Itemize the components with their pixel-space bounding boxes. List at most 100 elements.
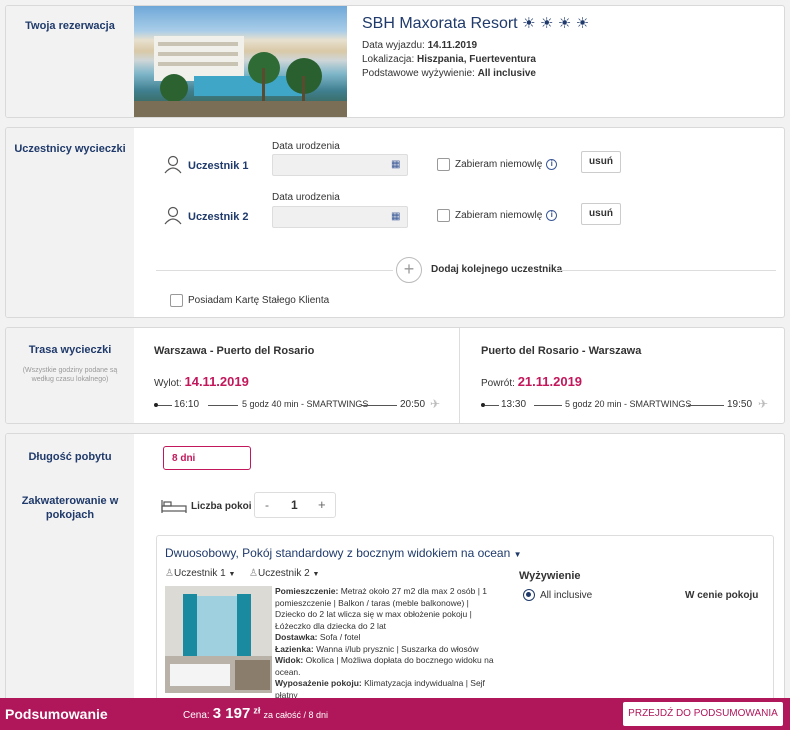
infant-label-1-text: Zabieram niemowlę xyxy=(455,159,543,171)
detail-label: Dostawka: xyxy=(275,632,318,642)
room-photo-drawing xyxy=(165,586,272,693)
departure-label: Data wyjazdu: xyxy=(362,40,425,51)
outbound-dep-time: 16:10 xyxy=(174,399,200,410)
hotel-photo-drawing xyxy=(134,36,347,117)
detail-text: Wanna i/lub prysznic | Suszarka do włosó… xyxy=(316,643,479,654)
plane-icon: ✈ xyxy=(758,397,769,411)
location-label: Lokalizacja: xyxy=(362,54,415,65)
calendar-icon[interactable]: ▦ xyxy=(391,211,401,222)
basic-board-label: Podstawowe wyżywienie: xyxy=(362,68,475,79)
plus-button[interactable]: + xyxy=(318,497,326,512)
hotel-name[interactable]: SBH Maxorata Resort ☀ ☀ ☀ ☀ xyxy=(362,14,589,33)
person-small-icon: ♙ xyxy=(165,568,174,579)
price-note: za całość / 8 dni xyxy=(263,710,328,720)
participants-section-title: Uczestnicy wycieczki xyxy=(14,143,126,155)
plane-icon: ✈ xyxy=(430,397,441,411)
info-icon[interactable]: i xyxy=(546,159,558,170)
detail-label: Pomieszczenie: xyxy=(275,586,339,596)
birth-date-label-2: Data urodzenia xyxy=(272,192,340,203)
star-icon: ☀ xyxy=(522,15,536,32)
stay-length-field[interactable]: 8 dni xyxy=(163,446,251,470)
detail-label: Łazienka: xyxy=(275,643,314,654)
flight-line xyxy=(208,405,238,406)
hotel-photo xyxy=(134,6,347,117)
loyalty-card-checkbox[interactable] xyxy=(170,294,183,307)
participants-side xyxy=(6,128,134,317)
add-participant-link[interactable]: Dodaj kolejnego uczestnika xyxy=(431,264,562,275)
room-details: Pomieszczenie: Metraż około 27 m2 dla ma… xyxy=(275,586,499,701)
participant-1-name[interactable]: Uczestnik 1 xyxy=(188,160,249,172)
board-title: Wyżywienie xyxy=(519,570,581,582)
calendar-icon[interactable]: ▦ xyxy=(391,159,401,170)
detail-room: Pomieszczenie: Metraż około 27 m2 dla ma… xyxy=(275,586,499,632)
flight-line xyxy=(534,405,562,406)
outbound-date-value: 14.11.2019 xyxy=(184,374,249,389)
info-icon[interactable]: i xyxy=(546,210,558,221)
birth-date-input-1[interactable]: ▦ xyxy=(272,154,408,176)
detail-text: Sofa / fotel xyxy=(319,632,361,642)
rooms-label: Liczba pokoi xyxy=(191,501,252,512)
outbound-arr-time: 20:50 xyxy=(400,399,426,410)
person-small-icon: ♙ xyxy=(249,568,258,579)
birth-date-input-2[interactable]: ▦ xyxy=(272,206,408,228)
add-divider-right xyxy=(556,270,776,271)
reservation-card: Twoja rezerwacja SBH Maxorata Resort ☀ ☀… xyxy=(5,5,785,118)
departure-date: Data wyjazdu: 14.11.2019 xyxy=(362,40,477,51)
participant-2-name[interactable]: Uczestnik 2 xyxy=(188,211,249,223)
rooms-stepper[interactable]: - 1 + xyxy=(254,492,336,518)
remove-participant-1-button[interactable]: usuń xyxy=(581,151,621,173)
room-participant-2-name: Uczestnik 2 xyxy=(257,568,310,579)
plus-circle-icon[interactable]: + xyxy=(396,257,422,283)
star-icon: ☀ xyxy=(557,15,572,32)
radio-dot xyxy=(526,592,531,597)
inbound-date-label: Powrót: xyxy=(481,378,515,389)
room-title: Dwuosobowy, Pokój standardowy z bocznym … xyxy=(165,546,511,560)
room-box: Dwuosobowy, Pokój standardowy z bocznym … xyxy=(156,535,774,722)
participants-card: Uczestnicy wycieczki Uczestnik 1 Data ur… xyxy=(5,127,785,318)
summary-price: Cena: 3 197 zł za całość / 8 dni xyxy=(183,705,328,722)
outbound-title: Warszawa - Puerto del Rosario xyxy=(154,345,315,357)
caret-down-icon: ▼ xyxy=(312,571,320,578)
basic-board-value: All inclusive xyxy=(477,68,536,79)
infant-checkbox-1[interactable] xyxy=(437,158,450,171)
reservation-section-title: Twoja rezerwacja xyxy=(25,20,115,32)
infant-checkbox-2[interactable] xyxy=(437,209,450,222)
basic-board: Podstawowe wyżywienie: All inclusive xyxy=(362,68,536,79)
location: Lokalizacja: Hiszpania, Fuerteventura xyxy=(362,54,536,65)
room-participant-2[interactable]: ♙Uczestnik 2 ▼ xyxy=(249,568,319,579)
person-icon xyxy=(164,155,182,174)
route-note: (Wszystkie godziny podane są według czas… xyxy=(22,367,118,383)
detail-label: Widok: xyxy=(275,655,304,665)
price-value: 3 197 xyxy=(212,705,251,722)
inbound-arr-time: 19:50 xyxy=(727,399,753,410)
flight-line xyxy=(688,405,724,406)
infant-label-1: Zabieram niemowlę i xyxy=(455,159,558,171)
outbound-duration: 5 godz 40 min - SMARTWINGS xyxy=(242,399,369,409)
stay-length-value: 8 dni xyxy=(172,453,196,464)
caret-down-icon: ▼ xyxy=(513,550,522,559)
price-label: Cena: xyxy=(183,710,210,721)
summary-bar: Podsumowanie Cena: 3 197 zł za całość / … xyxy=(0,698,790,730)
go-to-summary-button[interactable]: PRZEJDŹ DO PODSUMOWANIA xyxy=(623,702,783,726)
add-divider-left xyxy=(156,270,393,271)
detail-text: Okolica | Możliwa dopłata do bocznego wi… xyxy=(275,655,494,677)
loyalty-card-label: Posiadam Kartę Stałego Klienta xyxy=(188,295,330,306)
route-divider xyxy=(459,328,460,423)
rooms-count: 1 xyxy=(291,498,298,512)
room-participant-1[interactable]: ♙Uczestnik 1 ▼ xyxy=(165,568,235,579)
room-title-dropdown[interactable]: Dwuosobowy, Pokój standardowy z bocznym … xyxy=(165,546,522,560)
rooms-section-title: Zakwaterowanie w pokojach xyxy=(21,495,119,521)
flight-line xyxy=(485,405,499,406)
price-currency: zł xyxy=(253,705,261,716)
outbound-date: Wylot: 14.11.2019 xyxy=(154,374,249,389)
board-price: W cenie pokoju xyxy=(685,590,759,601)
board-option: All inclusive xyxy=(540,590,593,601)
hotel-name-text: SBH Maxorata Resort xyxy=(362,15,518,32)
remove-participant-2-button[interactable]: usuń xyxy=(581,203,621,225)
caret-down-icon: ▼ xyxy=(228,571,236,578)
location-value: Hiszpania, Fuerteventura xyxy=(417,54,536,65)
summary-title: Podsumowanie xyxy=(5,706,108,722)
birth-date-label-1: Data urodzenia xyxy=(272,141,340,152)
minus-button[interactable]: - xyxy=(265,498,269,512)
board-radio-selected[interactable] xyxy=(523,589,535,601)
